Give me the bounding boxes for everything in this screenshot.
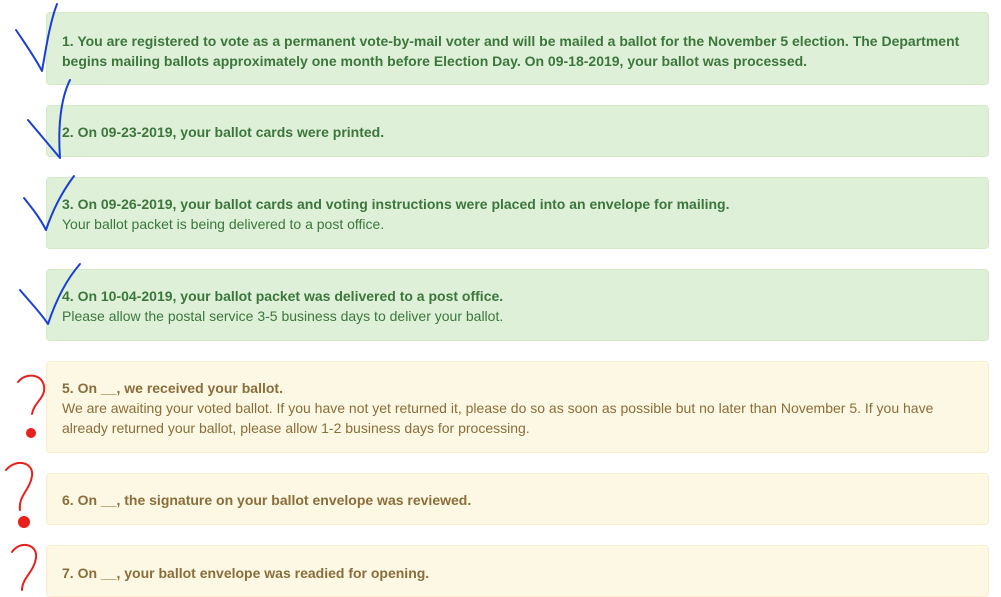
ballot-status-step-5: 5. On __, we received your ballot. We ar…	[46, 361, 989, 453]
ballot-status-step-2: 2. On 09-23-2019, your ballot cards were…	[46, 105, 989, 157]
step-5-title: 5. On __, we received your ballot.	[62, 380, 283, 396]
question-mark-icon	[5, 461, 34, 511]
ballot-status-step-6: 6. On __, the signature on your ballot e…	[46, 473, 989, 525]
question-mark-icon	[17, 374, 46, 415]
question-mark-dot-icon	[18, 516, 30, 528]
question-marks-group	[5, 374, 46, 591]
question-mark-dot-icon	[26, 428, 36, 438]
step-4-title: 4. On 10-04-2019, your ballot packet was…	[62, 288, 504, 304]
question-mark-icon	[11, 543, 38, 591]
step-5-detail: We are awaiting your voted ballot. If yo…	[62, 400, 934, 436]
step-3-detail: Your ballot packet is being delivered to…	[62, 216, 385, 232]
ballot-status-step-4: 4. On 10-04-2019, your ballot packet was…	[46, 269, 989, 341]
ballot-status-step-7: 7. On __, your ballot envelope was readi…	[46, 545, 989, 597]
step-7-title: 7. On __, your ballot envelope was readi…	[62, 565, 430, 581]
step-3-title: 3. On 09-26-2019, your ballot cards and …	[62, 196, 730, 212]
step-6-title: 6. On __, the signature on your ballot e…	[62, 492, 472, 508]
step-2-title: 2. On 09-23-2019, your ballot cards were…	[62, 124, 385, 140]
ballot-status-step-3: 3. On 09-26-2019, your ballot cards and …	[46, 177, 989, 249]
step-4-detail: Please allow the postal service 3-5 busi…	[62, 308, 504, 324]
step-1-title: 1. You are registered to vote as a perma…	[62, 33, 960, 69]
ballot-status-step-1: 1. You are registered to vote as a perma…	[46, 12, 989, 85]
